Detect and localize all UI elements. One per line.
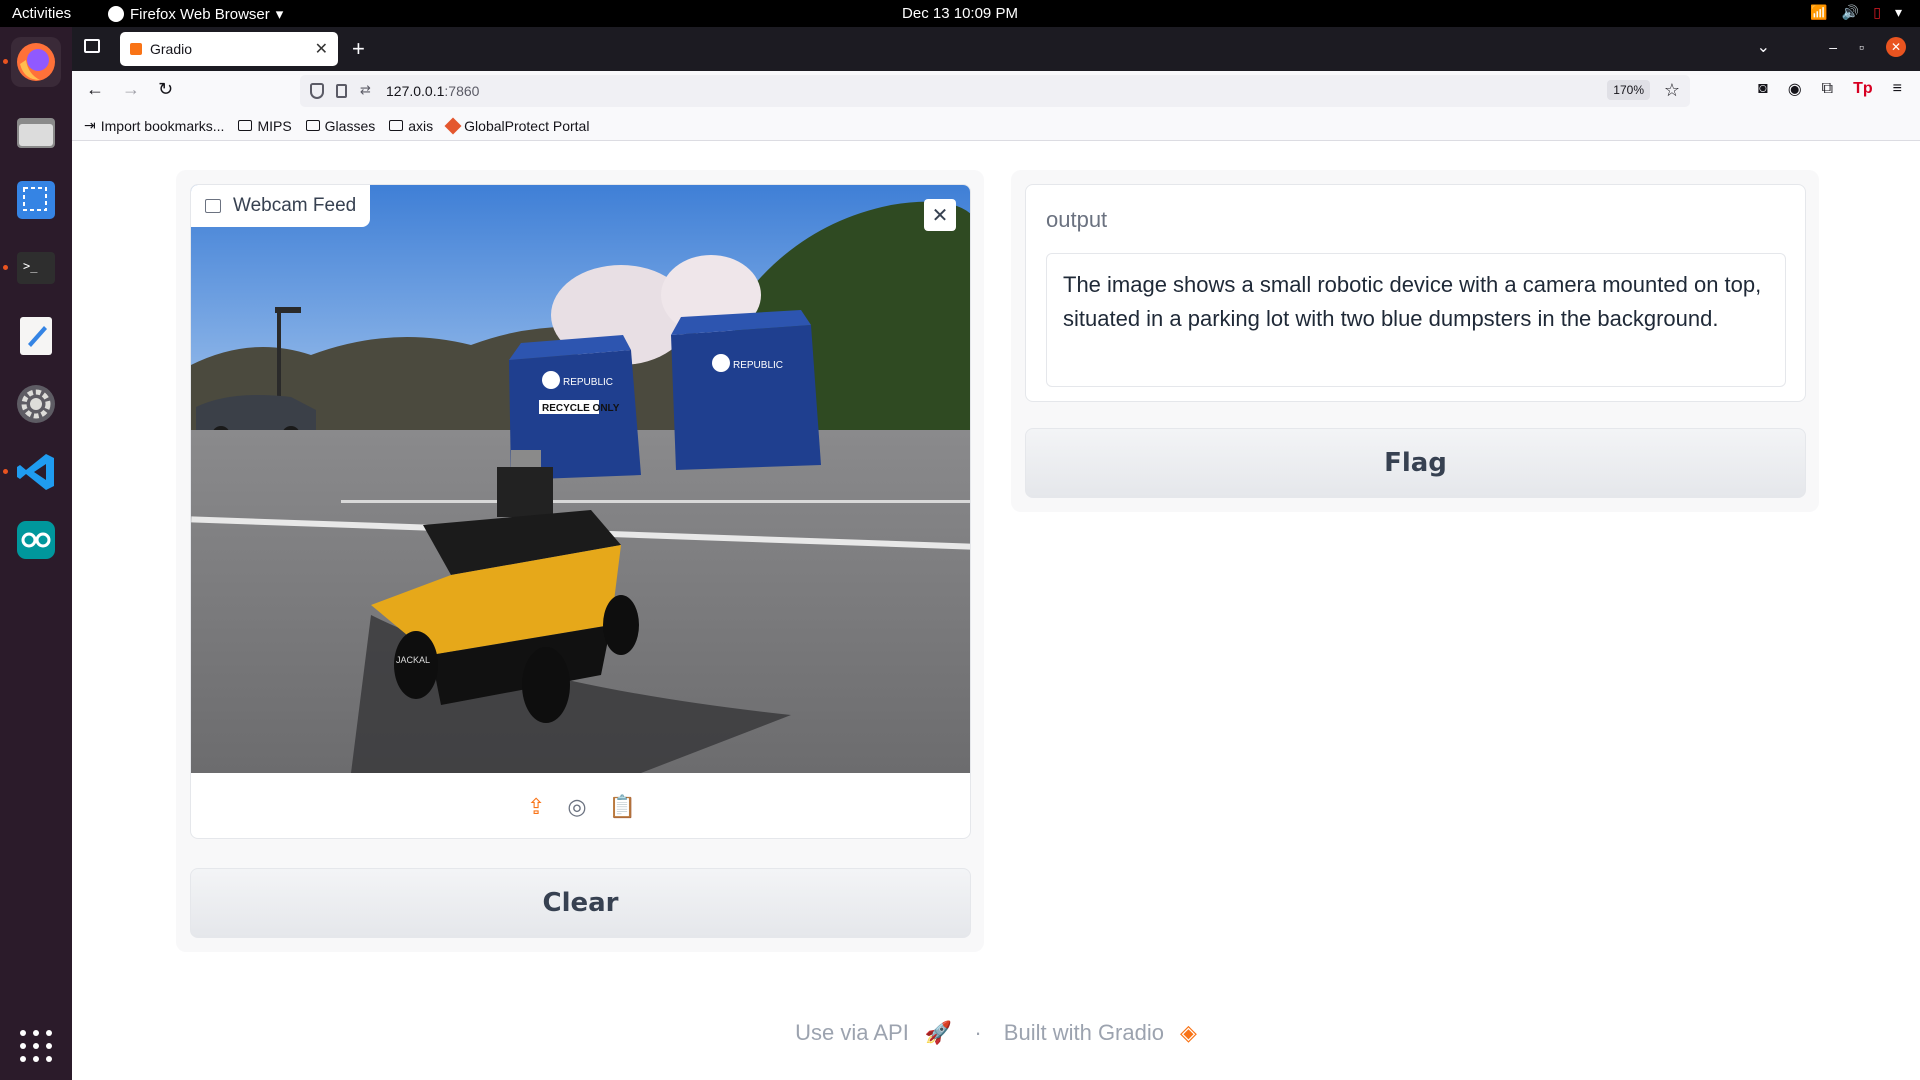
- screenshot-icon[interactable]: [11, 175, 61, 225]
- volume-icon: 🔊: [1841, 4, 1860, 20]
- app-menu[interactable]: Firefox Web Browser ▾: [108, 5, 283, 23]
- terminal-icon[interactable]: >_: [3, 243, 61, 293]
- list-all-tabs-icon[interactable]: [84, 39, 100, 53]
- image-label: Webcam Feed: [191, 185, 371, 227]
- pocket-icon[interactable]: ◙: [1758, 80, 1768, 98]
- reload-icon[interactable]: ↻: [158, 79, 173, 100]
- new-tab-icon[interactable]: +: [352, 36, 365, 62]
- footer-separator: ·: [974, 1020, 982, 1045]
- bookmarks-bar: ⇥ Import bookmarks... MIPS Glasses axis G…: [72, 111, 1920, 141]
- tab-title: Gradio: [150, 41, 193, 57]
- bookmark-star-icon[interactable]: ☆: [1664, 80, 1680, 101]
- nav-bar: ← → ↻ ⇄ 127.0.0.1:7860 170% ☆ ◙ ◉ ⧉ Tp ≡: [72, 71, 1920, 111]
- url-bar[interactable]: ⇄ 127.0.0.1:7860 170% ☆: [300, 75, 1690, 107]
- settings-icon[interactable]: [11, 379, 61, 429]
- chevron-down-icon: ▾: [1894, 4, 1902, 20]
- rocket-icon: 🚀: [924, 1020, 953, 1045]
- bookmark-mips[interactable]: MIPS: [238, 118, 292, 134]
- clipboard-icon[interactable]: 📋: [609, 794, 636, 820]
- system-tray[interactable]: 📶 🔊 ▯ ▾: [1810, 4, 1902, 21]
- flag-button[interactable]: Flag: [1025, 428, 1806, 498]
- folder-icon: [389, 120, 404, 131]
- wifi-icon: 📶: [1810, 4, 1828, 20]
- restore-icon[interactable]: ▫: [1859, 39, 1864, 55]
- image-input: REPUBLIC REPUBLIC RECYCLE ONLY JACKAL We…: [190, 184, 971, 839]
- gradio-favicon-icon: [130, 43, 142, 55]
- upload-icon[interactable]: ⇪: [527, 794, 545, 820]
- svg-text:>_: >_: [23, 259, 38, 273]
- close-tab-icon[interactable]: ✕: [315, 39, 328, 59]
- extensions-icon[interactable]: ⧉: [1822, 80, 1833, 98]
- text-editor-icon[interactable]: [11, 311, 61, 361]
- account-icon[interactable]: ◉: [1788, 79, 1802, 99]
- toolbar-icons: ◙ ◉ ⧉ Tp ≡: [1758, 79, 1902, 99]
- image-source-toolbar: ⇪ ◎ 📋: [191, 773, 970, 838]
- folder-icon: [238, 120, 253, 131]
- robot-brand-label: JACKAL: [396, 655, 430, 665]
- folder-icon: [305, 120, 320, 131]
- output-textbox: output The image shows a small robotic d…: [1025, 184, 1806, 402]
- menu-icon[interactable]: ≡: [1893, 80, 1902, 98]
- running-indicator: [3, 59, 8, 64]
- clear-button[interactable]: Clear: [190, 868, 971, 938]
- firefox-icon[interactable]: [3, 37, 61, 87]
- built-with-gradio-link[interactable]: Built with Gradio: [1004, 1020, 1164, 1045]
- files-icon[interactable]: [11, 107, 61, 157]
- webcam-image[interactable]: REPUBLIC REPUBLIC RECYCLE ONLY JACKAL: [191, 185, 970, 773]
- clock[interactable]: Dec 13 10:09 PM: [0, 5, 1920, 22]
- image-label-text: Webcam Feed: [233, 195, 357, 216]
- image-icon: [205, 199, 221, 213]
- activities-button[interactable]: Activities: [12, 5, 71, 22]
- dock: >_: [0, 27, 72, 1080]
- forward-icon[interactable]: →: [122, 79, 140, 100]
- app-name: Firefox Web Browser: [130, 5, 270, 23]
- output-label: output: [1046, 207, 1108, 232]
- tab-gradio[interactable]: Gradio ✕: [120, 32, 338, 66]
- use-via-api-link[interactable]: Use via API: [795, 1020, 909, 1045]
- chevron-down-icon: ▾: [275, 6, 284, 23]
- window-controls: – ▫ ✕: [1829, 37, 1906, 57]
- chevron-down-icon[interactable]: ⌄: [1757, 37, 1770, 57]
- close-window-icon[interactable]: ✕: [1886, 37, 1906, 57]
- webcam-icon[interactable]: ◎: [567, 794, 586, 820]
- tab-strip: Gradio ✕ + ⌄ – ▫ ✕: [72, 27, 1920, 71]
- tracking-protection-icon[interactable]: [310, 83, 324, 99]
- minimize-icon[interactable]: –: [1829, 39, 1837, 55]
- dumpster-brand-label: REPUBLIC: [563, 377, 613, 388]
- system-top-bar: Activities Firefox Web Browser ▾ Dec 13 …: [0, 0, 1920, 27]
- bookmark-axis[interactable]: axis: [389, 118, 433, 134]
- running-indicator: [3, 265, 8, 270]
- input-column: REPUBLIC REPUBLIC RECYCLE ONLY JACKAL We…: [176, 170, 984, 952]
- url-text[interactable]: 127.0.0.1:7860: [386, 83, 479, 99]
- output-column: output The image shows a small robotic d…: [1011, 170, 1819, 512]
- zoom-indicator[interactable]: 170%: [1607, 80, 1650, 100]
- dumpster-brand-label-2: REPUBLIC: [733, 360, 783, 371]
- bookmark-glasses[interactable]: Glasses: [305, 118, 375, 134]
- webcam-photo: REPUBLIC REPUBLIC RECYCLE ONLY JACKAL: [191, 185, 970, 773]
- arduino-icon[interactable]: [11, 515, 61, 565]
- globalprotect-icon: [444, 117, 462, 134]
- permissions-icon[interactable]: ⇄: [360, 82, 371, 98]
- output-text-area[interactable]: The image shows a small robotic device w…: [1046, 253, 1786, 387]
- vscode-icon[interactable]: [3, 447, 61, 497]
- running-indicator: [3, 469, 8, 474]
- clear-image-icon[interactable]: ✕: [924, 199, 956, 231]
- recycle-only-label: RECYCLE ONLY: [542, 403, 620, 414]
- bookmark-import[interactable]: ⇥ Import bookmarks...: [84, 117, 224, 134]
- import-icon: ⇥: [84, 117, 96, 133]
- gradio-logo-icon: ◈: [1179, 1020, 1197, 1045]
- bookmark-globalprotect[interactable]: GlobalProtect Portal: [444, 117, 589, 134]
- gradio-app: REPUBLIC REPUBLIC RECYCLE ONLY JACKAL We…: [72, 142, 1920, 1080]
- extension-tp-icon[interactable]: Tp: [1853, 80, 1873, 98]
- battery-icon: ▯: [1873, 4, 1881, 20]
- firefox-small-icon: [108, 6, 124, 22]
- footer: Use via API 🚀 · Built with Gradio ◈: [72, 1020, 1920, 1046]
- page-info-icon[interactable]: [336, 84, 347, 98]
- show-apps-icon[interactable]: [20, 1030, 52, 1062]
- back-icon[interactable]: ←: [86, 79, 104, 100]
